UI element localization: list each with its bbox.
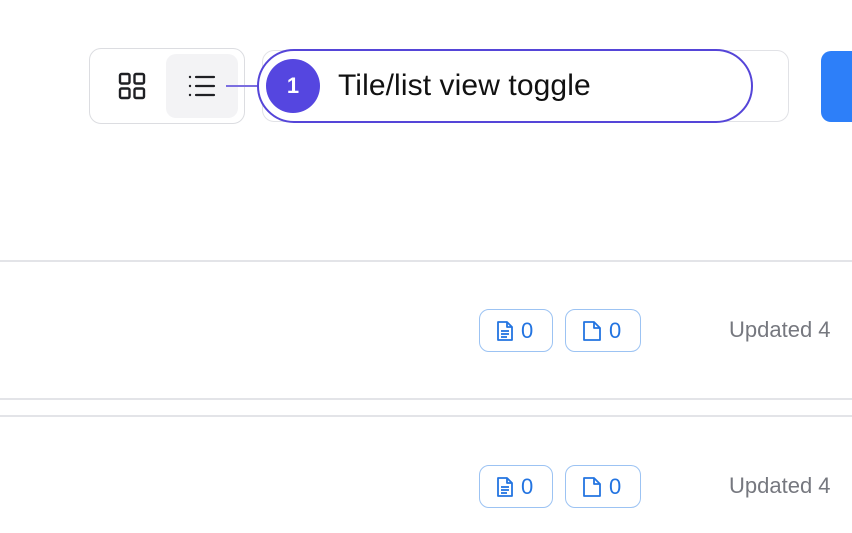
files-count-chip[interactable]: 0 bbox=[565, 309, 641, 352]
docs-count-chip[interactable]: 0 bbox=[479, 309, 553, 352]
files-count: 0 bbox=[609, 317, 622, 343]
callout-number-badge: 1 bbox=[266, 59, 320, 113]
document-icon bbox=[496, 476, 514, 498]
callout-label: Tile/list view toggle bbox=[338, 69, 591, 102]
divider bbox=[0, 260, 852, 262]
tile-view-button[interactable] bbox=[96, 54, 168, 118]
files-count-chip[interactable]: 0 bbox=[565, 465, 641, 508]
grid-icon bbox=[117, 71, 147, 101]
updated-timestamp: Updated 4 bbox=[729, 473, 831, 498]
list-item[interactable]: 0 0 Updated 4 bbox=[0, 465, 852, 525]
files-count: 0 bbox=[609, 473, 622, 499]
docs-count: 0 bbox=[521, 473, 534, 499]
view-toggle bbox=[89, 48, 245, 124]
annotation-callout: 1 Tile/list view toggle bbox=[257, 49, 753, 123]
list-icon bbox=[187, 73, 217, 99]
divider bbox=[0, 398, 852, 400]
file-icon bbox=[582, 476, 602, 498]
docs-count: 0 bbox=[521, 317, 534, 343]
primary-action-button[interactable] bbox=[821, 51, 852, 122]
updated-timestamp: Updated 4 bbox=[729, 317, 831, 342]
file-icon bbox=[582, 320, 602, 342]
divider bbox=[0, 415, 852, 417]
docs-count-chip[interactable]: 0 bbox=[479, 465, 553, 508]
document-icon bbox=[496, 320, 514, 342]
page: 1 Tile/list view toggle 0 0 Updated 4 0 … bbox=[0, 0, 852, 533]
list-item[interactable]: 0 0 Updated 4 bbox=[0, 309, 852, 369]
